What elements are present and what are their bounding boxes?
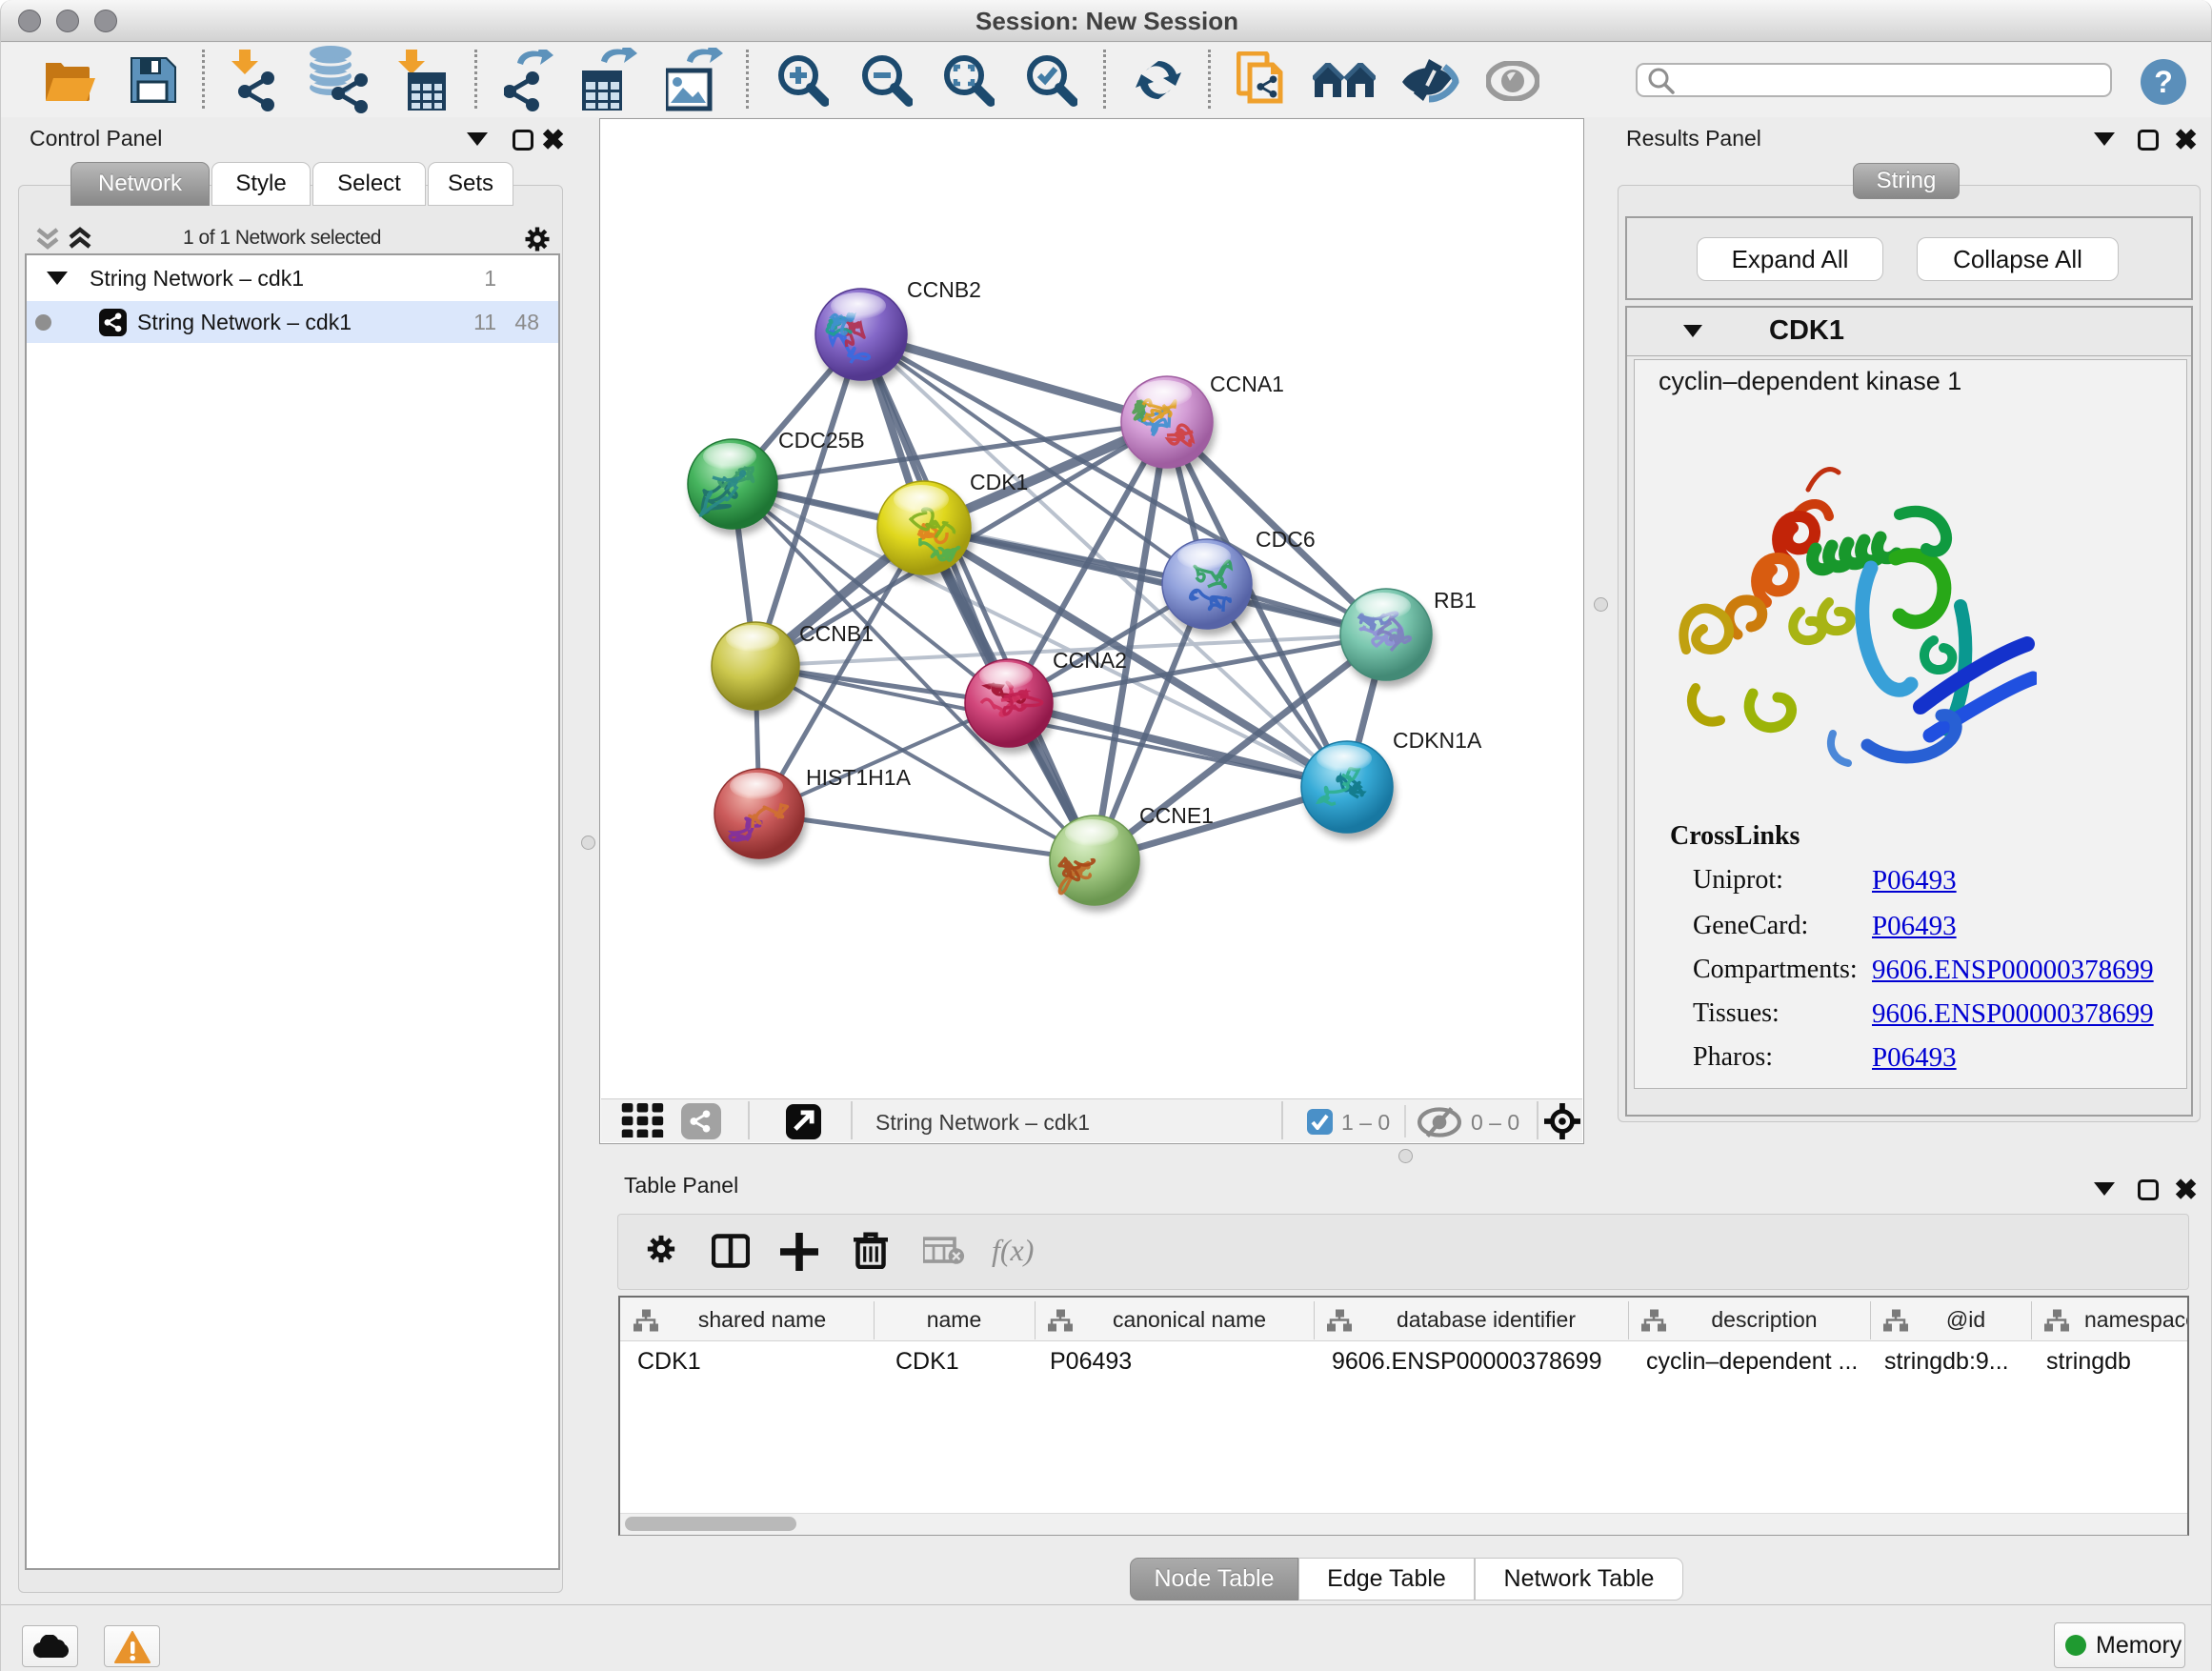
svg-text:CCNA2: CCNA2 bbox=[1053, 648, 1127, 673]
svg-text:HIST1H1A: HIST1H1A bbox=[806, 765, 912, 790]
svg-text:CDK1: CDK1 bbox=[970, 470, 1028, 494]
svg-text:CCNA1: CCNA1 bbox=[1210, 372, 1284, 396]
svg-text:CCNB2: CCNB2 bbox=[907, 277, 981, 302]
svg-text:CCNE1: CCNE1 bbox=[1139, 803, 1214, 828]
svg-text:CDC25B: CDC25B bbox=[778, 428, 865, 453]
svg-text:RB1: RB1 bbox=[1434, 588, 1477, 613]
svg-text:CDC6: CDC6 bbox=[1256, 527, 1316, 552]
svg-text:CCNB1: CCNB1 bbox=[799, 621, 874, 646]
svg-text:CDKN1A: CDKN1A bbox=[1393, 728, 1482, 753]
